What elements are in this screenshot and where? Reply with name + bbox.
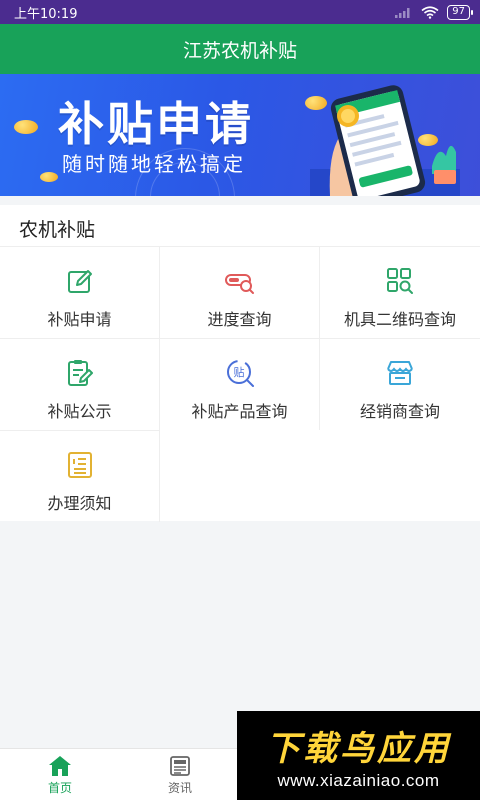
progress-search-icon bbox=[224, 274, 254, 294]
coin-decoration bbox=[40, 172, 58, 182]
grid-item-qr-query[interactable]: 机具二维码查询 bbox=[320, 246, 480, 338]
news-icon bbox=[170, 755, 190, 776]
status-time: 上午10:19 bbox=[14, 6, 78, 22]
grid-item-subsidy-notice[interactable]: 补贴公示 bbox=[0, 338, 160, 430]
edit-icon bbox=[67, 270, 92, 293]
grid-item-product-query[interactable]: 贴 补贴产品查询 bbox=[160, 338, 320, 430]
qr-search-icon bbox=[387, 268, 413, 294]
tab-label-news: 资讯 bbox=[167, 780, 192, 795]
grid-item-dealer-query[interactable]: 经销商查询 bbox=[320, 338, 480, 430]
watermark-url: www.xiazainiao.com bbox=[277, 771, 440, 790]
battery-indicator: 97 bbox=[447, 4, 473, 20]
subsidy-section: 农机补贴 补贴申请 进度查询 机具二维码查询 补贴公示 贴 补贴产品查询 经销商… bbox=[0, 205, 480, 522]
banner-title: 补贴申请 bbox=[58, 97, 254, 151]
svg-text:贴: 贴 bbox=[233, 365, 244, 379]
grid-item-label: 办理须知 bbox=[47, 494, 112, 513]
signal-icon bbox=[395, 8, 410, 18]
watermark: 下载鸟应用 www.xiazainiao.com bbox=[237, 711, 480, 800]
grid-item-guide[interactable]: 办理须知 bbox=[0, 430, 160, 522]
clipboard-edit-icon bbox=[67, 360, 93, 386]
watermark-title: 下载鸟应用 bbox=[266, 729, 451, 769]
status-bar: 上午10:19 97 bbox=[0, 0, 480, 24]
tag-search-icon: 贴 bbox=[226, 360, 254, 387]
grid-item-subsidy-apply[interactable]: 补贴申请 bbox=[0, 246, 160, 338]
banner-subtitle: 随时随地轻松搞定 bbox=[62, 152, 246, 176]
grid-item-label: 经销商查询 bbox=[359, 402, 440, 421]
grid-item-label: 补贴申请 bbox=[47, 310, 112, 329]
coin-decoration bbox=[14, 120, 38, 134]
status-icons: 97 bbox=[395, 4, 473, 20]
grid-item-label: 补贴公示 bbox=[47, 402, 112, 421]
tab-home[interactable]: 首页 bbox=[0, 749, 120, 800]
phone-illustration bbox=[310, 85, 460, 196]
wifi-icon bbox=[421, 5, 439, 19]
promo-banner[interactable]: 补贴申请 随时随地轻松搞定 bbox=[0, 74, 480, 196]
store-icon bbox=[387, 361, 413, 385]
page-title: 江苏农机补贴 bbox=[182, 39, 297, 62]
battery-level: 97 bbox=[452, 6, 465, 17]
section-title: 农机补贴 bbox=[19, 219, 96, 241]
notice-list-icon bbox=[67, 452, 92, 478]
app-header: 江苏农机补贴 bbox=[0, 24, 480, 74]
tab-label-home: 首页 bbox=[47, 780, 72, 795]
grid-item-label: 机具二维码查询 bbox=[343, 310, 456, 329]
grid-item-progress-query[interactable]: 进度查询 bbox=[160, 246, 320, 338]
grid-item-label: 补贴产品查询 bbox=[191, 402, 288, 421]
grid-item-label: 进度查询 bbox=[207, 310, 272, 329]
home-icon bbox=[49, 755, 71, 776]
tab-news[interactable]: 资讯 bbox=[120, 749, 240, 800]
